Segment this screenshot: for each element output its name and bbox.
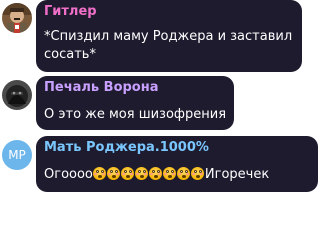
flushed-face-emoji-icon: [191, 167, 205, 180]
emoji-row: [93, 167, 205, 182]
raven-avatar-icon: [2, 80, 32, 110]
message-text-line: О это же моя шизофрения: [44, 107, 227, 122]
avatar-initials[interactable]: МР: [2, 140, 32, 170]
flushed-face-emoji-icon: [93, 167, 107, 180]
avatar-initials-text: МР: [8, 148, 26, 162]
avatar-hitler[interactable]: [2, 3, 32, 33]
message-text-line: *Спиздил маму Роджера и заставил: [44, 29, 293, 44]
flushed-face-emoji-icon: [107, 167, 121, 180]
flushed-face-emoji-icon: [149, 167, 163, 180]
message-bubble: Мать Роджера.1000% Огоооо Игоречек: [36, 136, 318, 192]
message-text-prefix: Огоооо: [44, 167, 93, 182]
flushed-face-emoji-icon: [121, 167, 135, 180]
flushed-face-emoji-icon: [163, 167, 177, 180]
message-bubble: Печаль Ворона О это же моя шизофрения: [36, 76, 234, 130]
sender-name[interactable]: Гитлер: [44, 4, 294, 20]
hitler-portrait-icon: [2, 3, 32, 33]
sender-name[interactable]: Мать Роджера.1000%: [44, 140, 310, 156]
sender-name[interactable]: Печаль Ворона: [44, 80, 226, 96]
flushed-face-emoji-icon: [135, 167, 149, 180]
message-text-line: сосать*: [44, 47, 96, 62]
message-text-suffix: Игоречек: [204, 167, 270, 182]
message-bubble: Гитлер *Спиздил маму Роджера и заставил …: [36, 0, 302, 72]
avatar-raven[interactable]: [2, 80, 32, 110]
flushed-face-emoji-icon: [177, 167, 191, 180]
message-text-line: Огоооо Игоречек: [44, 166, 310, 184]
